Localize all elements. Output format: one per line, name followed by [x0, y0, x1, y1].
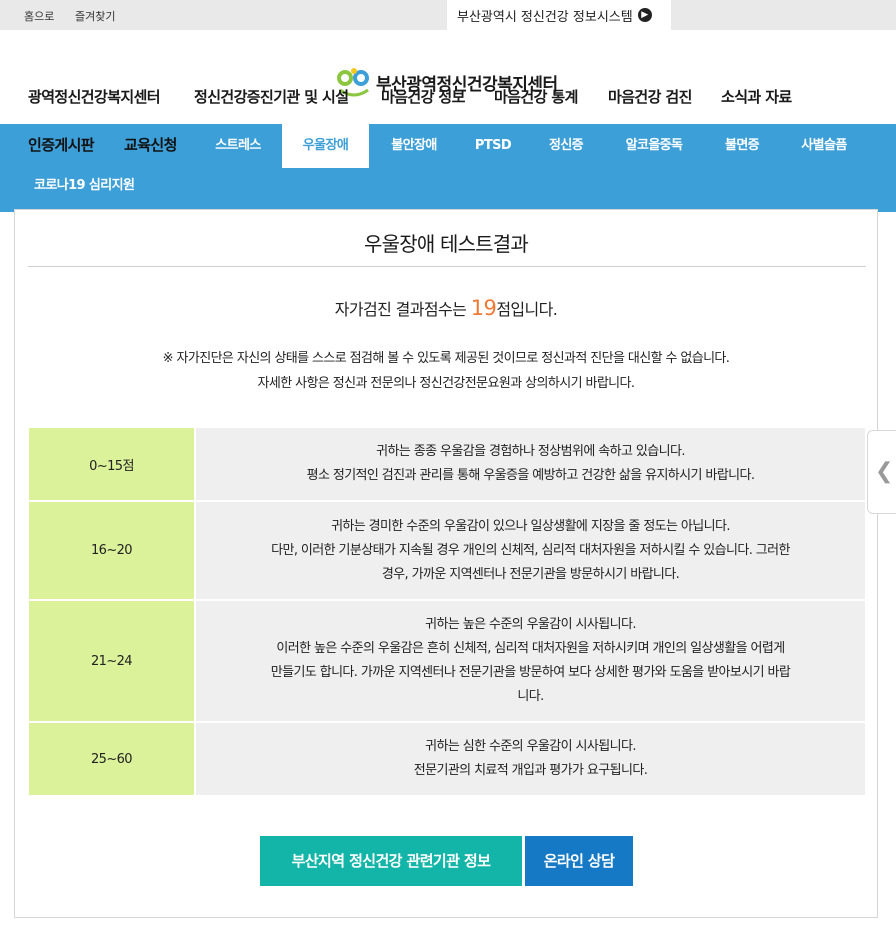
description-line: 귀하는 심한 수준의 우울감이 시사됩니다. — [425, 739, 636, 754]
home-link[interactable]: 홈으로 — [24, 8, 54, 24]
tab-ptsd[interactable]: PTSD — [459, 124, 527, 168]
description-line: 이러한 높은 수준의 우울감은 흔히 신체적, 심리적 대처자원을 저하시키며 … — [276, 641, 785, 656]
system-link[interactable]: 부산광역시 정신건강 정보시스템 ▶ — [447, 0, 671, 30]
main-nav-item[interactable]: 소식과 자료 — [721, 86, 792, 107]
favorites-link[interactable]: 즐겨찾기 — [75, 8, 115, 24]
description-line: 전문기관의 치료적 개입과 평가가 요구됩니다. — [413, 763, 648, 778]
main-nav-item[interactable]: 마음건강 검진 — [608, 86, 692, 107]
tab-psychosis[interactable]: 정신증 — [529, 124, 603, 168]
sub-nav: 인증게시판 교육신청 스트레스 우울장애 불안장애 PTSD 정신증 알코올중독… — [0, 124, 896, 212]
tab-insomnia[interactable]: 불면증 — [705, 124, 779, 168]
tab-covid-support[interactable]: 코로나19 심리지원 — [34, 174, 135, 193]
score-line: 자가검진 결과점수는 19점입니다. — [15, 296, 877, 320]
online-counsel-button[interactable]: 온라인 상담 — [525, 836, 633, 886]
institution-info-button[interactable]: 부산지역 정신건강 관련기관 정보 — [260, 836, 522, 886]
description-line: 귀하는 경미한 수준의 우울감이 있으나 일상생활에 지장을 줄 정도는 아닙니… — [331, 518, 730, 534]
table-row: 16~20 귀하는 경미한 수준의 우울감이 있으나 일상생활에 지장을 줄 정… — [29, 501, 865, 601]
title-divider — [28, 266, 866, 267]
sub-nav-side-item[interactable]: 교육신청 — [124, 134, 177, 155]
result-title: 우울장애 테스트결과 — [364, 232, 529, 256]
score-range: 0~15점 — [29, 428, 195, 502]
score-prefix: 자가검진 결과점수는 — [334, 300, 471, 319]
score-description: 귀하는 종종 우울감을 경험하나 정상범위에 속하고 있습니다. 평소 정기적인… — [194, 428, 865, 502]
main-nav-item[interactable]: 마음건강 정보 — [381, 86, 465, 107]
main-nav: 광역정신건강복지센터 정신건강증진기관 및 시설 마음건강 정보 마음건강 통계… — [0, 86, 896, 112]
main-nav-item[interactable]: 광역정신건강복지센터 — [28, 86, 161, 107]
description-line: 귀하는 종종 우울감을 경험하나 정상범위에 속하고 있습니다. — [376, 444, 685, 459]
score-range: 25~60 — [29, 722, 195, 797]
system-link-label: 부산광역시 정신건강 정보시스템 — [457, 9, 633, 25]
tab-depression[interactable]: 우울장애 — [282, 124, 369, 168]
description-line: 만들기도 합니다. 가까운 지역센터나 전문기관을 방문하여 보다 상세한 평가… — [270, 665, 791, 680]
tab-anxiety[interactable]: 불안장애 — [371, 124, 457, 168]
main-nav-item[interactable]: 마음건강 통계 — [494, 86, 578, 107]
score-suffix: 점입니다. — [496, 300, 558, 319]
score-table: 0~15점 귀하는 종종 우울감을 경험하나 정상범위에 속하고 있습니다. 평… — [29, 428, 865, 797]
description-line: 경우, 가까운 지역센터나 전문기관을 방문하시기 바랍니다. — [381, 566, 680, 582]
disclaimer-line: 자세한 사항은 정신과 전문의나 정신건강전문요원과 상의하시기 바랍니다. — [257, 376, 635, 391]
tab-grief[interactable]: 사별슬픔 — [781, 124, 867, 168]
description-line: 니다. — [517, 689, 544, 704]
description-line: 평소 정기적인 검진과 관리를 통해 우울증을 예방하고 건강한 삶을 유지하시… — [306, 468, 755, 483]
score-value: 19 — [470, 296, 497, 320]
disclaimer-line: ※ 자가진단은 자신의 상태를 스스로 점검해 볼 수 있도록 제공된 것이므로… — [162, 351, 730, 366]
score-description: 귀하는 심한 수준의 우울감이 시사됩니다. 전문기관의 치료적 개입과 평가가… — [194, 722, 865, 797]
main-nav-item[interactable]: 정신건강증진기관 및 시설 — [194, 86, 349, 107]
table-row: 0~15점 귀하는 종종 우울감을 경험하나 정상범위에 속하고 있습니다. 평… — [29, 428, 865, 502]
top-utility-bar: 홈으로 즐겨찾기 부산광역시 정신건강 정보시스템 ▶ — [0, 0, 896, 30]
score-range: 16~20 — [29, 501, 195, 601]
tab-alcohol[interactable]: 알코올중독 — [605, 124, 703, 168]
description-line: 귀하는 높은 수준의 우울감이 시사됩니다. — [425, 617, 636, 632]
table-row: 21~24 귀하는 높은 수준의 우울감이 시사됩니다. 이러한 높은 수준의 … — [29, 600, 865, 723]
result-panel: 우울장애 테스트결과 자가검진 결과점수는 19점입니다. ※ 자가진단은 자신… — [14, 209, 878, 918]
score-range: 21~24 — [29, 600, 195, 723]
tab-stress[interactable]: 스트레스 — [196, 124, 280, 168]
description-line: 다만, 이러한 기분상태가 지속될 경우 개인의 신체적, 심리적 대처자원을 … — [271, 542, 790, 558]
side-panel-toggle[interactable]: ❮ — [867, 430, 896, 514]
score-description: 귀하는 높은 수준의 우울감이 시사됩니다. 이러한 높은 수준의 우울감은 흔… — [194, 600, 865, 723]
score-description: 귀하는 경미한 수준의 우울감이 있으나 일상생활에 지장을 줄 정도는 아닙니… — [194, 501, 865, 601]
chevron-left-icon: ❮ — [875, 459, 894, 484]
chevron-right-circle-icon: ▶ — [637, 8, 652, 22]
sub-nav-side-item[interactable]: 인증게시판 — [28, 134, 95, 155]
action-buttons: 부산지역 정신건강 관련기관 정보 온라인 상담 — [15, 836, 877, 886]
table-row: 25~60 귀하는 심한 수준의 우울감이 시사됩니다. 전문기관의 치료적 개… — [29, 722, 865, 797]
disclaimer: ※ 자가진단은 자신의 상태를 스스로 점검해 볼 수 있도록 제공된 것이므로… — [15, 346, 877, 396]
